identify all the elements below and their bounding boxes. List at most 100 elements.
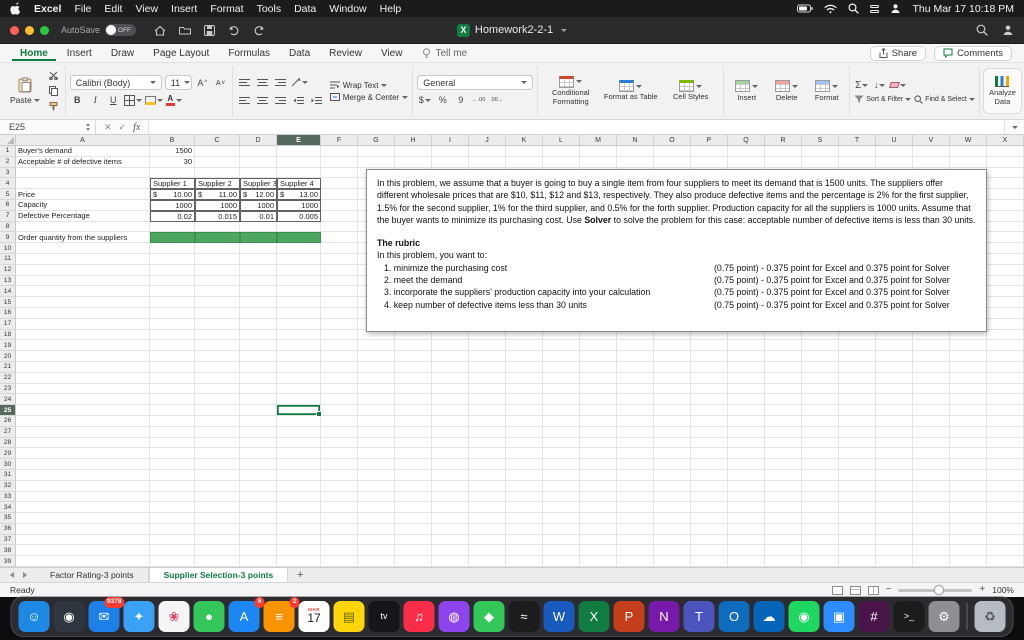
cell-S1[interactable]: [802, 146, 839, 157]
cell-N20[interactable]: [617, 351, 654, 362]
cell-Q28[interactable]: [728, 438, 765, 449]
cell-A21[interactable]: [16, 362, 150, 373]
page-break-view-button[interactable]: [868, 586, 879, 595]
row-header-14[interactable]: 14: [0, 286, 16, 297]
cell-G21[interactable]: [358, 362, 395, 373]
column-header-F[interactable]: F: [321, 135, 358, 145]
cell-P21[interactable]: [691, 362, 728, 373]
menubar-item-view[interactable]: View: [135, 3, 158, 15]
column-header-O[interactable]: O: [654, 135, 691, 145]
cell-X27[interactable]: [987, 427, 1024, 438]
cell-D39[interactable]: [240, 556, 277, 567]
row-header-7[interactable]: 7: [0, 211, 16, 222]
insert-cells-button[interactable]: Insert: [728, 80, 765, 102]
cell-C36[interactable]: [195, 524, 240, 535]
cell-J33[interactable]: [469, 492, 506, 503]
cell-H2[interactable]: [395, 157, 432, 168]
cell-X8[interactable]: [987, 222, 1024, 233]
cell-X36[interactable]: [987, 524, 1024, 535]
menubar-clock[interactable]: Thu Mar 17 10:18 PM: [912, 3, 1014, 15]
cell-J28[interactable]: [469, 438, 506, 449]
cell-C25[interactable]: [195, 405, 240, 416]
cell-F37[interactable]: [321, 535, 358, 546]
cell-A16[interactable]: [16, 308, 150, 319]
cell-P28[interactable]: [691, 438, 728, 449]
cell-P2[interactable]: [691, 157, 728, 168]
cell-J30[interactable]: [469, 459, 506, 470]
cell-L25[interactable]: [543, 405, 580, 416]
cell-T21[interactable]: [839, 362, 876, 373]
cell-F1[interactable]: [321, 146, 358, 157]
cell-K23[interactable]: [506, 384, 543, 395]
autosum-button[interactable]: Σ: [854, 78, 869, 92]
cell-styles-button[interactable]: Cell Styles: [662, 80, 719, 102]
cell-I38[interactable]: [432, 545, 469, 556]
cell-M26[interactable]: [580, 416, 617, 427]
cell-B4[interactable]: Supplier 1: [150, 178, 195, 189]
cell-B32[interactable]: [150, 481, 195, 492]
increase-decimal-button[interactable]: ←.00: [471, 93, 486, 107]
cell-P34[interactable]: [691, 502, 728, 513]
cell-J24[interactable]: [469, 394, 506, 405]
cell-B15[interactable]: [150, 297, 195, 308]
row-header-6[interactable]: 6: [0, 200, 16, 211]
cell-K30[interactable]: [506, 459, 543, 470]
row-header-23[interactable]: 23: [0, 384, 16, 395]
cell-O33[interactable]: [654, 492, 691, 503]
cell-Q38[interactable]: [728, 545, 765, 556]
cell-S36[interactable]: [802, 524, 839, 535]
cell-I24[interactable]: [432, 394, 469, 405]
dock-reminders-icon[interactable]: ≡2: [264, 601, 295, 632]
cell-D6[interactable]: 1000: [240, 200, 277, 211]
cell-S35[interactable]: [802, 513, 839, 524]
cell-L21[interactable]: [543, 362, 580, 373]
home-icon[interactable]: [154, 25, 166, 36]
row-header-32[interactable]: 32: [0, 481, 16, 492]
increase-indent-button[interactable]: [309, 93, 324, 107]
cell-T2[interactable]: [839, 157, 876, 168]
cell-V33[interactable]: [913, 492, 950, 503]
cell-R25[interactable]: [765, 405, 802, 416]
cell-R1[interactable]: [765, 146, 802, 157]
search-icon[interactable]: [976, 24, 988, 36]
cell-S31[interactable]: [802, 470, 839, 481]
battery-icon[interactable]: [797, 4, 813, 13]
cell-H35[interactable]: [395, 513, 432, 524]
cell-A22[interactable]: [16, 373, 150, 384]
cell-V30[interactable]: [913, 459, 950, 470]
cell-C33[interactable]: [195, 492, 240, 503]
ribbon-tab-draw[interactable]: Draw: [103, 46, 142, 61]
cell-B14[interactable]: [150, 286, 195, 297]
ribbon-tab-home[interactable]: Home: [12, 46, 56, 61]
cell-B34[interactable]: [150, 502, 195, 513]
cell-K27[interactable]: [506, 427, 543, 438]
cell-G2[interactable]: [358, 157, 395, 168]
cell-N21[interactable]: [617, 362, 654, 373]
cell-A5[interactable]: Price: [16, 189, 150, 200]
cell-K21[interactable]: [506, 362, 543, 373]
cell-E32[interactable]: [277, 481, 321, 492]
cell-X31[interactable]: [987, 470, 1024, 481]
cell-D11[interactable]: [240, 254, 277, 265]
column-header-M[interactable]: M: [580, 135, 617, 145]
cell-K26[interactable]: [506, 416, 543, 427]
cell-U21[interactable]: [876, 362, 913, 373]
cell-F31[interactable]: [321, 470, 358, 481]
column-header-Q[interactable]: Q: [728, 135, 765, 145]
cell-P23[interactable]: [691, 384, 728, 395]
cell-U34[interactable]: [876, 502, 913, 513]
cell-V35[interactable]: [913, 513, 950, 524]
zoom-out-button[interactable]: −: [886, 585, 892, 595]
cell-X26[interactable]: [987, 416, 1024, 427]
cell-A36[interactable]: [16, 524, 150, 535]
dock-app-store-icon[interactable]: A6: [229, 601, 260, 632]
cell-R34[interactable]: [765, 502, 802, 513]
cell-C20[interactable]: [195, 351, 240, 362]
format-as-table-button[interactable]: Format as Table: [602, 80, 659, 102]
cell-A2[interactable]: Acceptable # of defective items: [16, 157, 150, 168]
column-header-E[interactable]: E: [277, 135, 321, 145]
cell-O22[interactable]: [654, 373, 691, 384]
cell-G22[interactable]: [358, 373, 395, 384]
dock-tv-icon[interactable]: tv: [369, 601, 400, 632]
cell-B5[interactable]: $10.00: [150, 189, 195, 200]
